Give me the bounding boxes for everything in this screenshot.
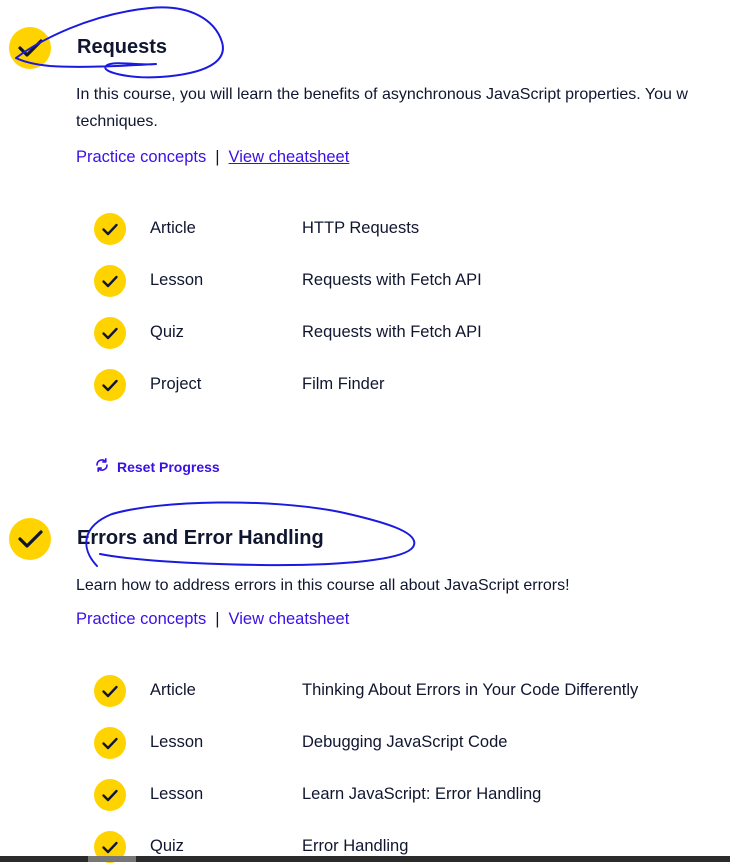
item-type: Lesson — [150, 271, 204, 289]
check-icon — [94, 779, 126, 811]
item-type: Project — [150, 375, 202, 393]
view-cheatsheet-link[interactable]: View cheatsheet — [229, 148, 350, 166]
practice-concepts-link[interactable]: Practice concepts — [76, 610, 206, 628]
practice-concepts-link[interactable]: Practice concepts — [76, 148, 206, 166]
item-title: Debugging JavaScript Code — [302, 733, 508, 751]
link-separator: | — [215, 148, 220, 166]
module-complete-check-icon — [9, 27, 51, 69]
module-links: Practice concepts | View cheatsheet — [76, 148, 349, 167]
item-title: HTTP Requests — [302, 219, 420, 237]
item-title: Requests with Fetch API — [302, 323, 482, 341]
content-item[interactable]: Quiz Error Handling — [0, 828, 730, 868]
item-type: Lesson — [150, 733, 204, 751]
link-separator: | — [215, 610, 220, 628]
content-item[interactable]: Article Thinking About Errors in Your Co… — [0, 672, 730, 712]
check-icon — [94, 265, 126, 297]
module-links: Practice concepts | View cheatsheet — [76, 610, 349, 629]
module-complete-check-icon — [9, 518, 51, 560]
module-description: In this course, you will learn the benef… — [76, 86, 688, 103]
item-type: Quiz — [150, 323, 184, 341]
check-icon — [94, 675, 126, 707]
item-title: Requests with Fetch API — [302, 271, 482, 289]
module-description-continued: techniques. — [76, 113, 158, 130]
check-icon — [94, 317, 126, 349]
check-icon — [94, 727, 126, 759]
reset-progress-label: Reset Progress — [117, 458, 220, 475]
refresh-icon — [94, 457, 110, 476]
horizontal-scrollbar[interactable] — [0, 856, 730, 862]
view-cheatsheet-link[interactable]: View cheatsheet — [229, 610, 350, 628]
check-icon — [94, 213, 126, 245]
item-type: Article — [150, 219, 196, 237]
item-title: Thinking About Errors in Your Code Diffe… — [302, 681, 639, 699]
content-item[interactable]: Lesson Requests with Fetch API — [0, 262, 730, 302]
module-title: Errors and Error Handling — [77, 527, 324, 549]
content-item[interactable]: Article HTTP Requests — [0, 210, 730, 250]
scrollbar-thumb[interactable] — [88, 856, 136, 862]
reset-progress-button[interactable]: Reset Progress — [94, 457, 220, 476]
check-icon — [94, 369, 126, 401]
item-title: Film Finder — [302, 375, 385, 393]
module-title: Requests — [77, 36, 168, 58]
module-description: Learn how to address errors in this cour… — [76, 577, 570, 594]
item-type: Lesson — [150, 785, 204, 803]
item-type: Quiz — [150, 837, 184, 855]
item-title: Learn JavaScript: Error Handling — [302, 785, 542, 803]
item-type: Article — [150, 681, 196, 699]
content-item[interactable]: Lesson Learn JavaScript: Error Handling — [0, 776, 730, 816]
content-item[interactable]: Lesson Debugging JavaScript Code — [0, 724, 730, 764]
content-item[interactable]: Quiz Requests with Fetch API — [0, 314, 730, 354]
content-item[interactable]: Project Film Finder — [0, 366, 730, 406]
item-title: Error Handling — [302, 837, 409, 855]
